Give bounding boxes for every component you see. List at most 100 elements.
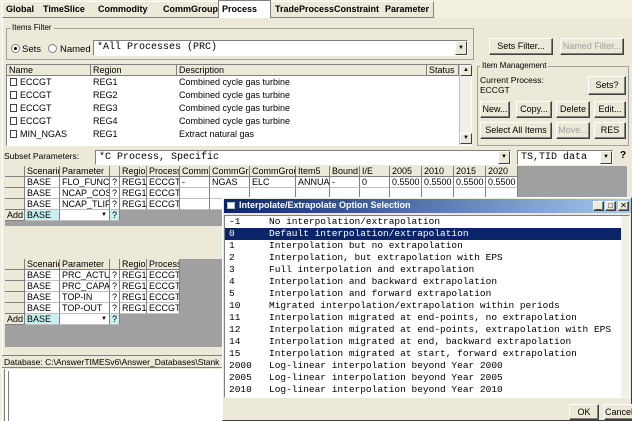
chevron-down-icon[interactable]: ▼ xyxy=(101,210,107,220)
tab-commodity[interactable]: Commodity xyxy=(98,2,148,17)
tab-process[interactable]: Process xyxy=(222,2,257,17)
table-row[interactable]: ECCGT REG2 Combined cycle gas turbine xyxy=(7,89,459,102)
table-row[interactable]: MIN_NGAS REG1 Extract natural gas xyxy=(7,128,459,141)
view-dropdown-arrow[interactable]: ▼ xyxy=(600,151,612,164)
grid2-cell[interactable]: BASE xyxy=(25,303,60,314)
grid2-cell[interactable]: ECCGT xyxy=(147,281,180,292)
option-item[interactable]: 2 Interpolation, but extrapolation with E… xyxy=(225,252,629,264)
table-row[interactable]: ECCGT REG3 Combined cycle gas turbine xyxy=(7,102,459,115)
option-item[interactable]: 4 Interpolation and backward extrapolatio… xyxy=(225,276,629,288)
chevron-down-icon[interactable]: ▼ xyxy=(101,314,107,324)
option-item[interactable]: 5 Interpolation and forward extrapolation xyxy=(225,288,629,300)
grid2-cell[interactable]: BASE xyxy=(25,281,60,292)
select-all-items-button[interactable]: Select All Items xyxy=(480,122,552,139)
grid2-help-cell[interactable]: ? xyxy=(110,281,120,292)
tab-parameter[interactable]: Parameter xyxy=(385,2,429,17)
grid1-cell[interactable]: NCAP_COST xyxy=(60,188,110,199)
grid1-header-cell[interactable]: 2020 xyxy=(486,166,518,177)
grid1-add-parameter-combo[interactable]: ▼ xyxy=(60,210,110,221)
grid1-header-cell[interactable]: CommGrou xyxy=(210,166,250,177)
option-item[interactable]: 2000 Log-linear interpolation beyond Year… xyxy=(225,360,629,372)
grid2-header-cell[interactable]: Parameter xyxy=(60,259,110,270)
grid2-cell[interactable]: ECCGT xyxy=(147,303,180,314)
grid1-cell[interactable]: - xyxy=(330,177,360,188)
grid1-cell[interactable]: NCAP_TLIFE xyxy=(60,199,110,210)
grid1-cell[interactable]: 0 xyxy=(360,177,390,188)
grid2-row-header[interactable] xyxy=(5,292,25,303)
grid1-header-cell[interactable]: 2015 xyxy=(454,166,486,177)
grid2-cell[interactable]: ECCGT xyxy=(147,292,180,303)
grid1-row-header[interactable] xyxy=(5,177,25,188)
grid2-add-parameter-combo[interactable]: ▼ xyxy=(60,314,110,325)
process-col-description[interactable]: Description xyxy=(177,65,427,76)
sets-radio[interactable] xyxy=(11,44,20,53)
grid1-row-header[interactable] xyxy=(5,188,25,199)
grid2-row-header[interactable] xyxy=(5,270,25,281)
maximize-button[interactable]: □ xyxy=(605,201,616,211)
move-button[interactable]: Move... xyxy=(556,122,590,139)
grid2-cell[interactable]: BASE xyxy=(25,292,60,303)
process-col-region[interactable]: Region xyxy=(91,65,177,76)
help-button[interactable]: ? xyxy=(620,150,626,161)
grid1-cell[interactable]: FLO_FUNC xyxy=(60,177,110,188)
grid1-cell[interactable]: ECCGT xyxy=(147,188,180,199)
named-radio[interactable] xyxy=(48,44,57,53)
grid1-cell[interactable]: REG1 xyxy=(120,177,147,188)
option-list-scrollbar[interactable] xyxy=(621,216,629,397)
grid1-help-cell[interactable]: ? xyxy=(110,177,120,188)
grid2-cell[interactable]: REG1 xyxy=(120,281,147,292)
items-filter-dropdown-arrow[interactable]: ▼ xyxy=(455,41,467,55)
option-item[interactable]: 10 Migrated interpolation/extrapolation w… xyxy=(225,300,629,312)
grid1-cell[interactable]: BASE xyxy=(25,199,60,210)
option-item[interactable]: 11 Interpolation migrated at end-points, … xyxy=(225,312,629,324)
grid1-add-button[interactable]: Add xyxy=(5,210,25,221)
option-item[interactable]: 15 Interpolation migrated at start, forwa… xyxy=(225,348,629,360)
table-row[interactable]: ECCGT REG4 Combined cycle gas turbine xyxy=(7,115,459,128)
grid2-header-cell[interactable] xyxy=(110,259,120,270)
process-col-name[interactable]: Name xyxy=(7,65,91,76)
grid1-header-cell[interactable]: Scenario xyxy=(25,166,60,177)
tab-constraint[interactable]: Constraint xyxy=(334,2,379,17)
grid1-header-cell[interactable]: Item5 xyxy=(296,166,330,177)
tab-tradeprocess[interactable]: TradeProcess xyxy=(275,2,334,17)
grid2-add-scenario[interactable]: BASE xyxy=(25,314,60,325)
grid1-cell[interactable]: BASE xyxy=(25,188,60,199)
grid2-header-cell[interactable]: Process xyxy=(147,259,180,270)
delete-button[interactable]: Delete xyxy=(556,101,590,118)
grid2-row-header[interactable] xyxy=(5,303,25,314)
grid2-help-cell[interactable]: ? xyxy=(110,270,120,281)
option-item[interactable]: 1 Interpolation but no extrapolation xyxy=(225,240,629,252)
tab-commgroup[interactable]: CommGroup xyxy=(163,2,218,17)
grid1-cell[interactable]: ANNUAL xyxy=(296,177,330,188)
grid1-help-cell[interactable]: ? xyxy=(110,199,120,210)
grid2-header-cell[interactable]: Scenario xyxy=(25,259,60,270)
option-item[interactable]: -1 No interpolation/extrapolation xyxy=(225,216,629,228)
grid1-header-cell[interactable]: Bound xyxy=(330,166,360,177)
process-scrollbar[interactable]: ▲ ▼ xyxy=(459,65,472,145)
option-item[interactable]: 0 Default interpolation/extrapolation xyxy=(225,228,629,240)
subset-dropdown-arrow[interactable]: ▼ xyxy=(498,151,510,164)
view-combo[interactable]: TS,TID data xyxy=(517,150,613,165)
close-button[interactable]: ✕ xyxy=(618,201,629,211)
grid2-row-header[interactable] xyxy=(5,281,25,292)
scroll-down-icon[interactable]: ▼ xyxy=(460,133,472,144)
sets-filter-button[interactable]: Sets Filter... xyxy=(489,38,553,55)
grid1-cell[interactable]: BASE xyxy=(25,177,60,188)
scroll-up-icon[interactable]: ▲ xyxy=(460,65,472,76)
grid1-header-cell[interactable]: I/E xyxy=(360,166,390,177)
grid2-cell[interactable]: PRC_CAPACT xyxy=(60,281,110,292)
grid2-help-cell[interactable]: ? xyxy=(110,303,120,314)
grid2-add-button[interactable]: Add xyxy=(5,314,25,325)
grid2-cell[interactable]: TOP-IN xyxy=(60,292,110,303)
option-item[interactable]: 2005 Log-linear interpolation beyond Year… xyxy=(225,372,629,384)
grid1-cell[interactable]: ECCGT xyxy=(147,177,180,188)
cancel-button[interactable]: Cancel xyxy=(604,404,632,420)
grid1-add-scenario[interactable]: BASE xyxy=(25,210,60,221)
grid1-cell[interactable]: NGAS xyxy=(210,177,250,188)
grid1-cell[interactable]: 0.5500 xyxy=(422,177,454,188)
grid1-row-header[interactable] xyxy=(5,199,25,210)
grid1-cell[interactable]: REG1 xyxy=(120,199,147,210)
grid1-cell[interactable] xyxy=(180,199,210,210)
copy-button[interactable]: Copy... xyxy=(516,101,552,118)
grid1-header-cell[interactable]: Region xyxy=(120,166,147,177)
